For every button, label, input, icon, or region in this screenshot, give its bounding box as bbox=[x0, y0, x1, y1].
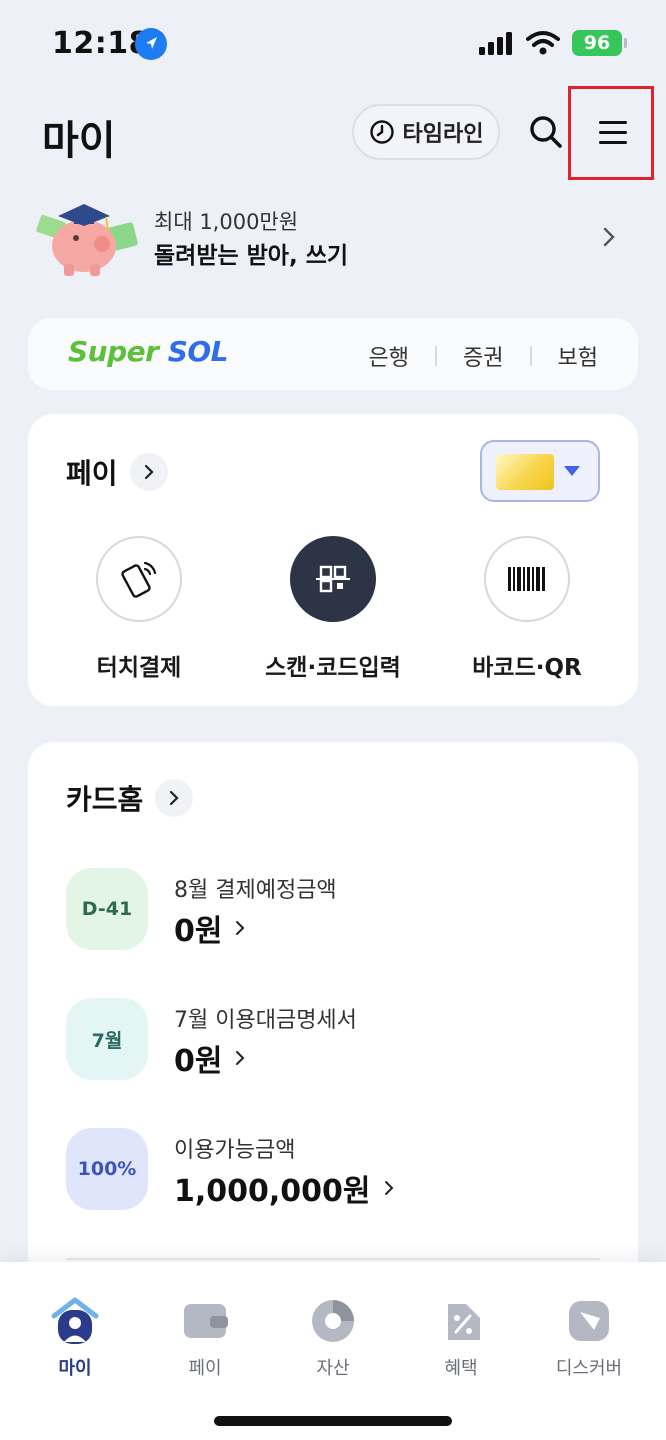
supersol-card: Super SOL 은행 증권 보험 bbox=[28, 318, 638, 390]
card-home-section: 카드홈 D-41 8월 결제예정금액 0원 7월 7월 이용대금명세서 0원 1… bbox=[28, 742, 638, 1302]
touch-pay-button[interactable]: 터치결제 bbox=[44, 536, 234, 681]
discount-tag-icon bbox=[448, 1304, 480, 1340]
signal-icon bbox=[479, 32, 512, 55]
barcode-icon bbox=[484, 536, 570, 622]
supersol-links: 은행 증권 보험 bbox=[369, 340, 598, 372]
chevron-right-icon bbox=[129, 453, 168, 491]
home-person-icon bbox=[51, 1297, 99, 1344]
available-amount-row[interactable]: 100% 이용가능금액 1,000,000원 bbox=[66, 1128, 606, 1212]
menu-button[interactable] bbox=[568, 86, 654, 180]
barcode-qr-button[interactable]: 바코드·QR bbox=[432, 536, 622, 681]
pay-title: 페이 bbox=[66, 457, 118, 490]
chevron-right-icon bbox=[155, 779, 194, 817]
divider bbox=[529, 346, 532, 366]
nav-label-my: 마이 bbox=[58, 1358, 92, 1379]
available-amount-value-wrap: 1,000,000원 bbox=[174, 1166, 395, 1210]
scan-code-button[interactable]: 스캔·코드입력 bbox=[238, 536, 428, 681]
supersol-logo[interactable]: Super SOL bbox=[68, 335, 229, 368]
nav-assets[interactable]: 자산 bbox=[278, 1296, 388, 1379]
usage-percent-badge: 100% bbox=[66, 1128, 148, 1210]
supersol-logo-sol: SOL bbox=[167, 335, 229, 368]
battery-level: 96 bbox=[583, 32, 611, 54]
link-securities[interactable]: 증권 bbox=[463, 340, 503, 372]
nav-benefits[interactable]: 혜택 bbox=[406, 1296, 516, 1379]
card-thumbnail bbox=[496, 454, 554, 490]
hamburger-icon bbox=[599, 121, 627, 145]
nav-label-assets: 자산 bbox=[316, 1358, 350, 1379]
section-divider bbox=[66, 1258, 600, 1260]
available-amount-label: 이용가능금액 bbox=[174, 1138, 296, 1163]
wifi-icon bbox=[526, 31, 560, 55]
caret-down-icon bbox=[564, 466, 580, 476]
nav-discover[interactable]: 디스커버 bbox=[534, 1296, 644, 1379]
touch-pay-label: 터치결제 bbox=[96, 655, 182, 681]
piggy-bank-icon bbox=[36, 204, 138, 276]
card-home-title: 카드홈 bbox=[66, 783, 144, 816]
payment-due-value: 0원 bbox=[174, 914, 223, 949]
payment-due-row[interactable]: D-41 8월 결제예정금액 0원 bbox=[66, 868, 606, 952]
bottom-nav: 마이 페이 자산 혜택 디스커버 bbox=[0, 1262, 666, 1440]
clock-icon bbox=[369, 120, 394, 144]
location-arrow-icon bbox=[135, 28, 167, 60]
chevron-right-icon bbox=[236, 921, 245, 935]
month-badge: 7월 bbox=[66, 998, 148, 1080]
status-bar: 12:18 96 bbox=[0, 0, 666, 90]
statement-label: 7월 이용대금명세서 bbox=[174, 1008, 357, 1033]
chevron-right-icon bbox=[384, 1181, 393, 1195]
scan-code-label: 스캔·코드입력 bbox=[265, 655, 401, 681]
payment-due-label: 8월 결제예정금액 bbox=[174, 878, 337, 903]
timeline-button[interactable]: 타임라인 bbox=[352, 104, 500, 160]
battery-icon: 96 bbox=[572, 30, 627, 56]
statement-value-wrap: 0원 bbox=[174, 1036, 246, 1080]
promo-subtitle: 최대 1,000만원 bbox=[154, 210, 299, 234]
chevron-right-icon bbox=[603, 227, 615, 247]
statement-value: 0원 bbox=[174, 1044, 223, 1079]
chevron-right-icon bbox=[236, 1051, 245, 1065]
nav-label-benefits: 혜택 bbox=[444, 1358, 478, 1379]
due-days-badge: D-41 bbox=[66, 868, 148, 950]
payment-due-value-wrap: 0원 bbox=[174, 906, 246, 950]
wallet-icon bbox=[184, 1304, 228, 1338]
link-bank[interactable]: 은행 bbox=[369, 340, 409, 372]
card-home-header[interactable]: 카드홈 bbox=[66, 778, 194, 818]
available-amount-value: 1,000,000원 bbox=[174, 1174, 371, 1209]
touch-pay-icon bbox=[96, 536, 182, 622]
timeline-label: 타임라인 bbox=[402, 122, 484, 147]
home-indicator bbox=[214, 1416, 452, 1426]
card-selector[interactable] bbox=[480, 440, 600, 502]
pay-header[interactable]: 페이 bbox=[66, 452, 168, 492]
promo-title: 돌려받는 받아, 쓰기 bbox=[154, 243, 349, 269]
nav-my[interactable]: 마이 bbox=[20, 1296, 130, 1379]
search-icon bbox=[530, 116, 562, 148]
nav-label-pay: 페이 bbox=[188, 1358, 222, 1379]
pay-card: 페이 터치결제 스캔·코드입력 바코드·QR bbox=[28, 414, 638, 706]
scan-icon bbox=[290, 536, 376, 622]
nav-label-discover: 디스커버 bbox=[555, 1358, 623, 1379]
nav-pay[interactable]: 페이 bbox=[150, 1296, 260, 1379]
divider bbox=[435, 346, 438, 366]
pie-chart-icon bbox=[312, 1300, 354, 1342]
status-icons: 96 bbox=[478, 30, 627, 56]
promo-banner[interactable]: 최대 1,000만원 돌려받는 받아, 쓰기 bbox=[28, 192, 638, 284]
compass-icon bbox=[569, 1301, 609, 1341]
statement-row[interactable]: 7월 7월 이용대금명세서 0원 bbox=[66, 998, 606, 1082]
search-button[interactable] bbox=[524, 110, 568, 154]
barcode-qr-label: 바코드·QR bbox=[472, 655, 582, 681]
link-insurance[interactable]: 보험 bbox=[558, 340, 598, 372]
page-title: 마이 bbox=[42, 118, 116, 164]
supersol-logo-super: Super bbox=[68, 335, 159, 368]
